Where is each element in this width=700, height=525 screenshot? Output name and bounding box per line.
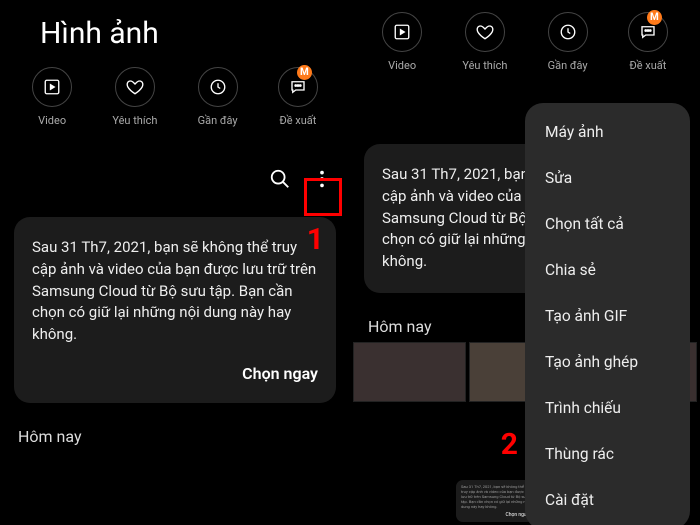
menu-select-all[interactable]: Chọn tất cả — [525, 201, 690, 247]
step-1-label: 1 — [307, 222, 324, 257]
tab-video[interactable]: Video — [382, 12, 422, 72]
tab-label: Đề xuất — [279, 114, 316, 127]
notice-text: Sau 31 Th7, 2021, bạn sẽ không thể truy … — [32, 237, 318, 346]
category-tabs: Video Yêu thích Gần đây M Đề xuất — [0, 59, 350, 139]
tab-label: Gần đây — [198, 114, 238, 127]
tab-favorites[interactable]: Yêu thích — [112, 67, 157, 127]
notice-action-button[interactable]: Chọn ngay — [32, 364, 318, 383]
menu-slideshow[interactable]: Trình chiếu — [525, 385, 690, 431]
menu-collage[interactable]: Tạo ảnh ghép — [525, 339, 690, 385]
overflow-menu: Máy ảnh Sửa Chọn tất cả Chia sẻ Tạo ảnh … — [525, 103, 690, 525]
screen-right: Video Yêu thích Gần đây M Đề xuất Sau 31… — [350, 0, 700, 525]
tab-recent[interactable]: Gần đây — [548, 12, 588, 72]
action-bar — [0, 139, 350, 205]
clock-icon — [198, 67, 238, 107]
heart-icon — [465, 12, 505, 52]
thumbnail[interactable] — [353, 342, 466, 402]
search-button[interactable] — [268, 169, 292, 193]
tab-video[interactable]: Video — [32, 67, 72, 127]
menu-edit[interactable]: Sửa — [525, 155, 690, 201]
tab-favorites[interactable]: Yêu thích — [462, 12, 507, 72]
notice-card: Sau 31 Th7, 2021, bạn sẽ không thể truy … — [14, 217, 336, 403]
tab-label: Video — [38, 114, 66, 127]
tab-label: Yêu thích — [112, 114, 157, 127]
menu-create-gif[interactable]: Tạo ảnh GIF — [525, 293, 690, 339]
page-title: Hình ảnh — [0, 0, 350, 59]
category-tabs: Video Yêu thích Gần đây M Đề xuất — [350, 0, 700, 84]
menu-share[interactable]: Chia sẻ — [525, 247, 690, 293]
menu-camera[interactable]: Máy ảnh — [525, 109, 690, 155]
step-2-label: 2 — [501, 427, 518, 462]
search-icon — [269, 168, 291, 194]
mini-text: Sau 31 Th7, 2021, bạn sẽ không thể truy … — [461, 484, 529, 510]
more-menu-button[interactable] — [310, 169, 334, 193]
tab-label: Gần đây — [548, 59, 588, 72]
play-icon — [32, 67, 72, 107]
tab-suggestions[interactable]: M Đề xuất — [278, 67, 318, 127]
tab-suggestions[interactable]: M Đề xuất — [628, 12, 668, 72]
menu-trash[interactable]: Thùng rác — [525, 431, 690, 477]
badge-m: M — [647, 10, 662, 25]
play-icon — [382, 12, 422, 52]
mini-action: Chọn ngay — [461, 512, 529, 519]
more-vertical-icon — [311, 168, 333, 194]
tab-label: Yêu thích — [462, 59, 507, 72]
badge-m: M — [297, 65, 312, 80]
menu-settings[interactable]: Cài đặt — [525, 477, 690, 523]
clock-icon — [548, 12, 588, 52]
tab-recent[interactable]: Gần đây — [198, 67, 238, 127]
tab-label: Đề xuất — [629, 59, 666, 72]
tab-label: Video — [388, 59, 416, 72]
screen-left: Hình ảnh Video Yêu thích Gần đây M Đề x — [0, 0, 350, 525]
heart-icon — [115, 67, 155, 107]
section-today: Hôm nay — [0, 415, 350, 452]
mini-notice-card: Sau 31 Th7, 2021, bạn sẽ không thể truy … — [456, 480, 534, 522]
